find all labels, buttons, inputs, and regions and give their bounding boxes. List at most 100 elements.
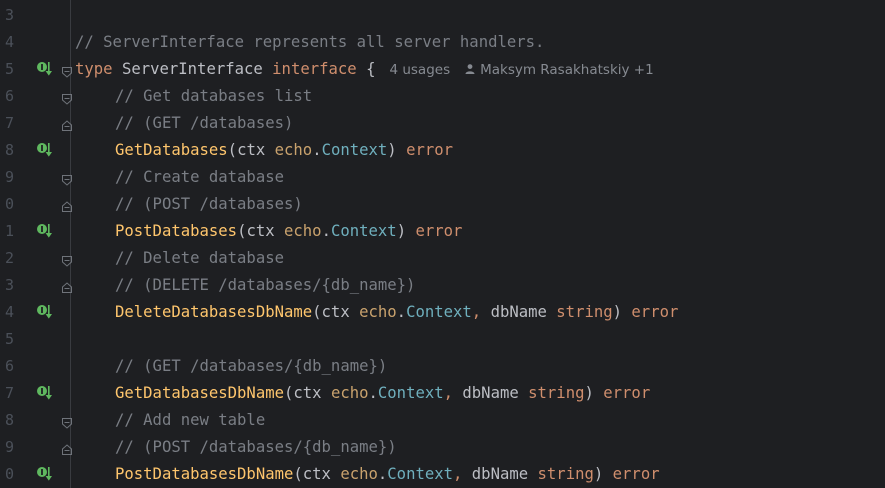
code-line[interactable]: 2 // Delete database	[0, 245, 885, 272]
comment: // (GET /databases)	[115, 114, 294, 132]
param-name: dbName	[490, 303, 547, 321]
method-name: PostDatabases	[115, 222, 238, 240]
fold-icon[interactable]	[61, 90, 73, 105]
code-editor[interactable]: 3 4 // ServerInterface represents all se…	[0, 0, 885, 488]
line-number: 3	[4, 276, 14, 294]
usages-hint[interactable]: 4 usages	[389, 62, 450, 78]
paren: (	[284, 384, 294, 402]
comment: // (POST /databases)	[115, 195, 303, 213]
line-number: 2	[4, 249, 14, 267]
param-name: dbName	[471, 465, 529, 483]
line-number: 6	[4, 357, 14, 375]
interface-name: ServerInterface	[121, 60, 263, 78]
code-line[interactable]: 0 // (POST /databases)	[0, 191, 885, 218]
code-line[interactable]: 8 // Add new table	[0, 407, 885, 434]
type-name: Context	[406, 303, 472, 321]
comment: // Create database	[115, 168, 284, 186]
fold-icon[interactable]	[61, 171, 73, 186]
code-line[interactable]: 6 // (GET /databases/{db_name})	[0, 353, 885, 380]
package-name: echo	[330, 384, 369, 402]
paren: (	[293, 465, 303, 483]
line-number: 3	[4, 6, 14, 24]
code-line[interactable]: 5 type ServerInterface interface {4 usag…	[0, 56, 885, 83]
fold-icon[interactable]	[61, 279, 73, 293]
line-number: 8	[4, 411, 14, 429]
method-name: GetDatabases	[115, 141, 228, 159]
param-name: ctx	[246, 222, 275, 240]
code-line[interactable]: 6 // Get databases list	[0, 83, 885, 110]
user-icon	[465, 64, 475, 74]
method-name: PostDatabasesDbName	[115, 465, 294, 483]
dot: .	[368, 384, 378, 402]
code-line[interactable]: 3 // (DELETE /databases/{db_name})	[0, 272, 885, 299]
code-line[interactable]: 7 // (GET /databases)	[0, 110, 885, 137]
type-name: Context	[330, 222, 397, 240]
fold-icon[interactable]	[61, 441, 73, 455]
paren: )	[387, 141, 397, 159]
type-name: string	[556, 303, 613, 321]
implemented-icon[interactable]	[36, 222, 54, 240]
author-name: Maksym Rasakhatskiy +1	[480, 62, 654, 78]
comma: ,	[471, 303, 482, 321]
paren: (	[227, 141, 238, 159]
dot: .	[321, 222, 331, 240]
implemented-icon[interactable]	[36, 303, 54, 321]
line-number: 4	[4, 33, 14, 51]
implemented-icon[interactable]	[36, 60, 54, 78]
keyword-type: type	[75, 60, 113, 78]
line-number: 5	[4, 330, 14, 348]
line-number: 4	[4, 303, 14, 321]
implemented-icon[interactable]	[36, 141, 54, 159]
type-name: Context	[321, 141, 388, 159]
paren: )	[584, 384, 594, 402]
comment: // (POST /databases/{db_name})	[115, 438, 397, 456]
code-line[interactable]: 4 // ServerInterface represents all serv…	[0, 29, 885, 56]
code-line[interactable]: 9 // Create database	[0, 164, 885, 191]
code-line[interactable]: 0 PostDatabasesDbName(ctx echo.Context, …	[0, 461, 885, 488]
code-line[interactable]: 4 DeleteDatabasesDbName(ctx echo.Context…	[0, 299, 885, 326]
line-number: 0	[4, 465, 14, 483]
package-name: echo	[274, 141, 313, 159]
return-type: error	[415, 222, 463, 240]
comment: // ServerInterface represents all server…	[75, 33, 545, 51]
code-line[interactable]: 1 PostDatabases(ctx echo.Context) error	[0, 218, 885, 245]
line-number: 5	[4, 60, 14, 78]
comma: ,	[453, 465, 463, 483]
open-brace: {	[366, 60, 376, 78]
keyword-interface: interface	[272, 60, 357, 78]
param-name: dbName	[462, 384, 519, 402]
line-number: 9	[4, 168, 14, 186]
code-line[interactable]: 5	[0, 326, 885, 353]
param-name: ctx	[237, 141, 266, 159]
type-name: string	[537, 465, 594, 483]
dot: .	[312, 141, 322, 159]
fold-icon[interactable]	[61, 63, 73, 78]
return-type: error	[406, 141, 454, 159]
fold-icon[interactable]	[61, 198, 73, 212]
line-number: 9	[4, 438, 14, 456]
return-type: error	[603, 384, 651, 402]
line-number: 0	[4, 195, 14, 213]
method-name: GetDatabasesDbName	[115, 384, 284, 402]
line-number: 7	[4, 384, 14, 402]
package-name: echo	[359, 303, 397, 321]
return-type: error	[631, 303, 679, 321]
code-line[interactable]: 9 // (POST /databases/{db_name})	[0, 434, 885, 461]
fold-icon[interactable]	[61, 252, 73, 267]
paren: (	[312, 303, 322, 321]
implemented-icon[interactable]	[36, 384, 54, 402]
paren: )	[593, 465, 604, 483]
fold-icon[interactable]	[61, 117, 73, 131]
code-line[interactable]: 3	[0, 2, 885, 29]
package-name: echo	[284, 222, 322, 240]
return-type: error	[612, 465, 660, 483]
paren: )	[612, 303, 623, 321]
code-line[interactable]: 8 GetDatabases(ctx echo.Context) error	[0, 137, 885, 164]
code-line[interactable]: 7 GetDatabasesDbName(ctx echo.Context, d…	[0, 380, 885, 407]
fold-icon[interactable]	[61, 414, 73, 429]
param-name: ctx	[302, 465, 331, 483]
author-hint[interactable]: Maksym Rasakhatskiy +1	[464, 62, 654, 78]
type-name: string	[528, 384, 585, 402]
implemented-icon[interactable]	[36, 465, 54, 483]
line-number: 6	[4, 87, 14, 105]
